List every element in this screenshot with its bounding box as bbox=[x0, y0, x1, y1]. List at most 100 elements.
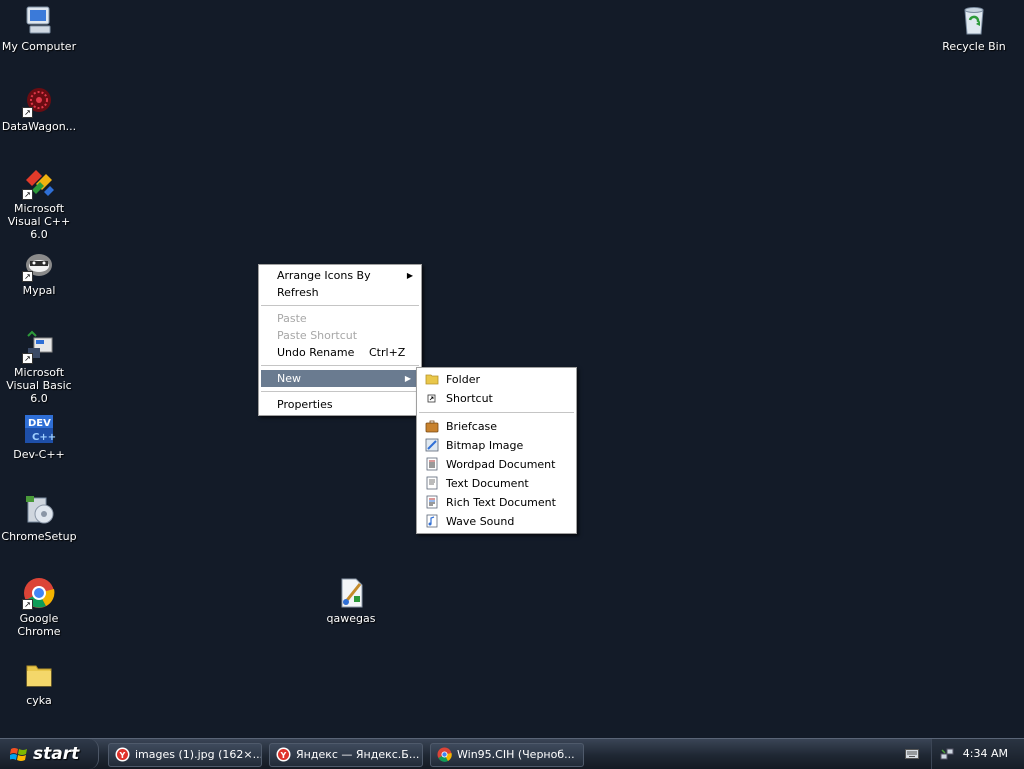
desktop-icon-cyka[interactable]: cyka bbox=[0, 658, 78, 707]
menu-item-label: Properties bbox=[277, 398, 333, 411]
desktop-icon-label: ChromeSetup bbox=[1, 530, 77, 543]
submenu-item-rich-text-document[interactable]: Rich Text Document bbox=[417, 493, 576, 512]
submenu-arrow-icon: ▶ bbox=[406, 271, 413, 280]
menu-separator bbox=[261, 391, 419, 392]
desktop-icon-qawegas[interactable]: qawegas bbox=[312, 576, 390, 625]
menu-separator bbox=[261, 305, 419, 306]
wave-sound-icon bbox=[426, 514, 438, 528]
desktop-icon-mypal[interactable]: ↗ Mypal bbox=[0, 248, 78, 297]
yandex-browser-icon: Y bbox=[115, 747, 130, 762]
folder-icon bbox=[425, 374, 439, 385]
desktop-icon-visual-basic[interactable]: ↗ Microsoft Visual Basic 6.0 bbox=[0, 330, 78, 405]
submenu-item-label: Text Document bbox=[446, 477, 529, 490]
menu-item-refresh[interactable]: Refresh bbox=[259, 284, 421, 301]
desktop-icon-label: Microsoft Visual C++ 6.0 bbox=[7, 202, 71, 241]
shortcut-arrow-icon: ↗ bbox=[22, 599, 33, 610]
bitmap-icon bbox=[425, 438, 439, 452]
taskbar: start Y images (1).jpg (162×... Y Яндекс… bbox=[0, 738, 1024, 769]
menu-separator bbox=[419, 412, 574, 413]
menu-item-undo-rename[interactable]: Undo Rename Ctrl+Z bbox=[259, 344, 421, 361]
network-icon[interactable] bbox=[940, 747, 954, 761]
text-document-icon bbox=[426, 476, 438, 490]
chrome-setup-icon bbox=[22, 494, 56, 528]
submenu-item-folder[interactable]: Folder bbox=[417, 370, 576, 389]
submenu-item-bitmap-image[interactable]: Bitmap Image bbox=[417, 436, 576, 455]
menu-item-arrange-icons-by[interactable]: Arrange Icons By ▶ bbox=[259, 267, 421, 284]
submenu-item-label: Shortcut bbox=[446, 392, 493, 405]
shortcut-icon bbox=[427, 394, 436, 403]
desktop-icon-label: My Computer bbox=[1, 40, 77, 53]
desktop-icon-recycle-bin[interactable]: Recycle Bin bbox=[935, 4, 1013, 53]
visual-cpp-icon: ↗ bbox=[22, 166, 56, 200]
desktop-icon-visual-cpp[interactable]: ↗ Microsoft Visual C++ 6.0 bbox=[0, 166, 78, 241]
menu-item-accelerator: Ctrl+Z bbox=[369, 346, 406, 359]
start-button[interactable]: start bbox=[0, 739, 99, 769]
submenu-item-label: Folder bbox=[446, 373, 480, 386]
desktop-context-menu: Arrange Icons By ▶ Refresh Paste Paste S… bbox=[258, 264, 422, 416]
rich-text-icon bbox=[426, 495, 438, 509]
svg-text:Y: Y bbox=[119, 751, 126, 760]
taskbar-button-win95-cih[interactable]: Win95.CIH (Черноб... bbox=[430, 743, 584, 767]
paint-file-icon bbox=[334, 576, 368, 610]
svg-text:C++: C++ bbox=[32, 432, 56, 443]
keyboard-language-icon[interactable] bbox=[905, 749, 919, 759]
submenu-item-wordpad-document[interactable]: Wordpad Document bbox=[417, 455, 576, 474]
chrome-icon bbox=[437, 747, 452, 762]
shortcut-arrow-icon: ↗ bbox=[22, 271, 33, 282]
desktop-icon-label: Microsoft Visual Basic 6.0 bbox=[6, 366, 72, 405]
menu-item-new[interactable]: New ▶ bbox=[261, 370, 419, 387]
submenu-item-text-document[interactable]: Text Document bbox=[417, 474, 576, 493]
recycle-bin-icon bbox=[957, 4, 991, 38]
submenu-item-label: Wordpad Document bbox=[446, 458, 556, 471]
shortcut-arrow-icon: ↗ bbox=[22, 353, 33, 364]
desktop-icon-label: Dev-C++ bbox=[13, 448, 65, 461]
desktop-icon-label: cyka bbox=[26, 694, 52, 707]
shortcut-arrow-icon: ↗ bbox=[22, 107, 33, 118]
submenu-item-briefcase[interactable]: Briefcase bbox=[417, 417, 576, 436]
submenu-item-shortcut[interactable]: Shortcut bbox=[417, 389, 576, 408]
desktop-icon-google-chrome[interactable]: ↗ Google Chrome bbox=[0, 576, 78, 638]
taskbar-button-yandex[interactable]: Y Яндекс — Яндекс.Б... bbox=[269, 743, 423, 767]
submenu-item-label: Wave Sound bbox=[446, 515, 515, 528]
submenu-item-wave-sound[interactable]: Wave Sound bbox=[417, 512, 576, 531]
svg-text:DEV: DEV bbox=[28, 418, 51, 429]
menu-item-label: Undo Rename bbox=[277, 346, 355, 359]
desktop-icon-datawagon[interactable]: ↗ DataWagon... bbox=[0, 84, 78, 133]
system-tray: 4:34 AM bbox=[931, 739, 1024, 769]
briefcase-icon bbox=[425, 420, 439, 433]
mypal-icon: ↗ bbox=[22, 248, 56, 282]
wordpad-icon bbox=[426, 457, 438, 471]
yandex-browser-icon: Y bbox=[276, 747, 291, 762]
shortcut-arrow-icon: ↗ bbox=[22, 189, 33, 200]
menu-item-label: Arrange Icons By bbox=[277, 269, 371, 282]
visual-basic-icon: ↗ bbox=[22, 330, 56, 364]
desktop-icon-label: qawegas bbox=[326, 612, 376, 625]
menu-item-label: Refresh bbox=[277, 286, 319, 299]
desktop-icon-chrome-setup[interactable]: ChromeSetup bbox=[0, 494, 78, 543]
desktop-icon-dev-cpp[interactable]: DEV C++ Dev-C++ bbox=[0, 412, 78, 461]
submenu-item-label: Rich Text Document bbox=[446, 496, 556, 509]
menu-item-paste-shortcut: Paste Shortcut bbox=[259, 327, 421, 344]
menu-separator bbox=[261, 365, 419, 366]
submenu-item-label: Bitmap Image bbox=[446, 439, 524, 452]
menu-item-label: Paste bbox=[277, 312, 307, 325]
svg-text:Y: Y bbox=[280, 751, 287, 760]
dev-cpp-icon: DEV C++ bbox=[22, 412, 56, 446]
desktop-icon-label: Google Chrome bbox=[17, 612, 61, 638]
my-computer-icon bbox=[22, 4, 56, 38]
taskbar-button-label: Win95.CIH (Черноб... bbox=[457, 748, 575, 761]
taskbar-button-images[interactable]: Y images (1).jpg (162×... bbox=[108, 743, 262, 767]
menu-item-properties[interactable]: Properties bbox=[259, 396, 421, 413]
desktop-icon-label: Mypal bbox=[22, 284, 56, 297]
desktop-icon-my-computer[interactable]: My Computer bbox=[0, 4, 78, 53]
folder-icon bbox=[22, 658, 56, 692]
chrome-icon: ↗ bbox=[22, 576, 56, 610]
clock[interactable]: 4:34 AM bbox=[963, 739, 1008, 769]
taskbar-button-label: Яндекс — Яндекс.Б... bbox=[296, 748, 420, 761]
desktop-icon-label: Recycle Bin bbox=[942, 40, 1006, 53]
submenu-item-label: Briefcase bbox=[446, 420, 498, 433]
datawagon-icon: ↗ bbox=[22, 84, 56, 118]
new-submenu: Folder Shortcut Briefcase Bitmap Image W… bbox=[416, 367, 577, 534]
windows-logo-icon bbox=[10, 748, 27, 761]
start-label: start bbox=[33, 744, 80, 764]
